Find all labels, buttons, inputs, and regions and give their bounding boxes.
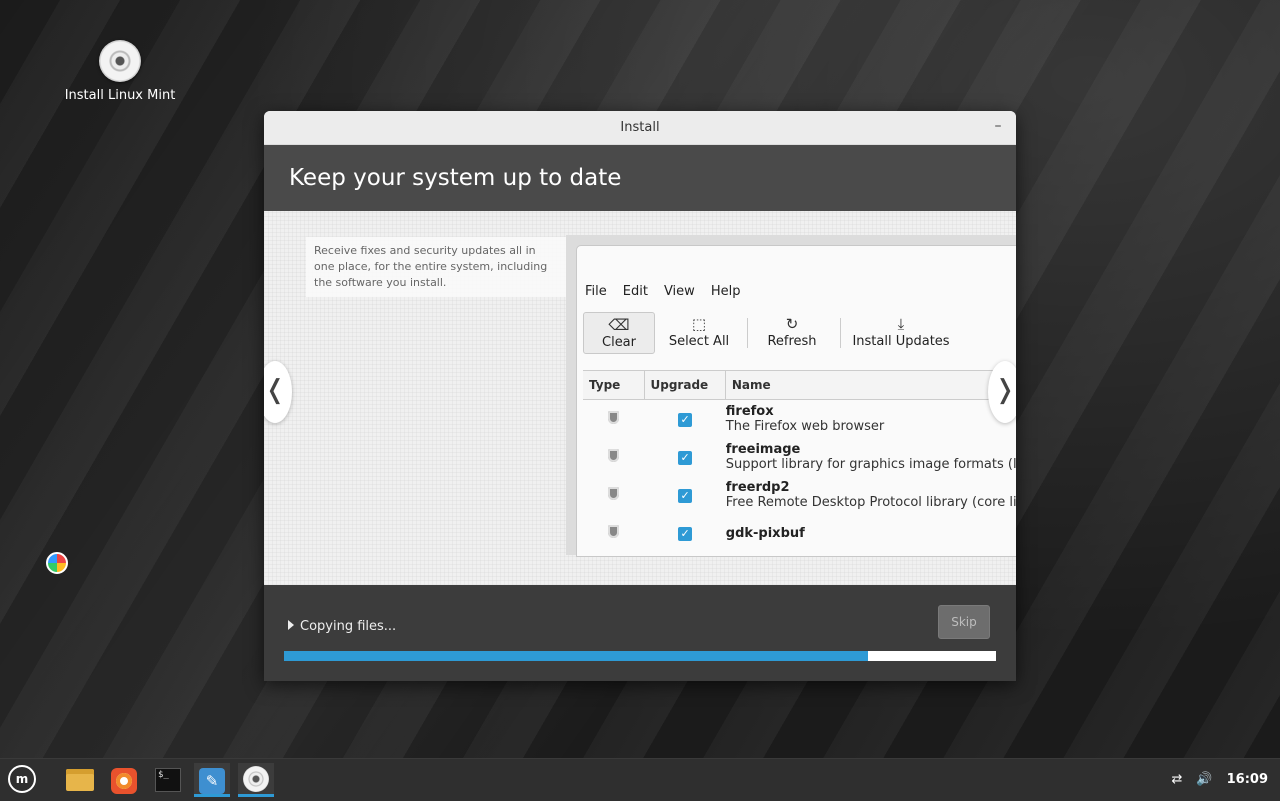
toolbar: ⌫ Clear ⬚ Select All ↻ Refresh ⤓ Install… (583, 312, 961, 354)
table-row[interactable]: ✓ freerdp2 Free Remote Desktop Protocol l… (583, 476, 1016, 514)
menu-edit[interactable]: Edit (615, 284, 656, 299)
skip-button[interactable]: Skip (938, 605, 990, 639)
clear-label: Clear (602, 335, 636, 350)
install-updates-label: Install Updates (852, 334, 950, 349)
shield-icon (608, 448, 620, 462)
terminal-icon: $_ (155, 768, 181, 792)
window-title: Install (620, 120, 660, 135)
toolbar-separator (840, 318, 841, 348)
updates-table: Type Upgrade Name ✓ firefox The Firefox w… (583, 370, 1016, 552)
package-name: freerdp2 (725, 480, 790, 495)
editor-launcher[interactable]: ✎ (194, 763, 230, 797)
slide-description: Receive fixes and security updates all i… (306, 237, 567, 297)
column-type[interactable]: Type (583, 371, 645, 399)
system-tray: ⇄ 🔊 16:09 (1172, 759, 1268, 801)
desktop-icon-label: Install Linux Mint (64, 88, 176, 103)
install-updates-button[interactable]: ⤓ Install Updates (845, 312, 957, 354)
menu-button[interactable]: m (8, 765, 36, 793)
select-all-button[interactable]: ⬚ Select All (659, 312, 739, 354)
slideshow: Receive fixes and security updates all i… (264, 211, 1016, 585)
color-picker-icon[interactable] (46, 552, 68, 574)
next-slide-button[interactable]: ❭ (988, 361, 1016, 423)
install-footer: Copying files... Skip (264, 585, 1016, 681)
network-icon[interactable]: ⇄ (1172, 759, 1183, 801)
previous-slide-button[interactable]: ❬ (264, 361, 292, 423)
progress-bar (284, 651, 996, 661)
table-row[interactable]: ✓ firefox The Firefox web browser (583, 400, 1016, 438)
refresh-button[interactable]: ↻ Refresh (752, 312, 832, 354)
page-title: Keep your system up to date (264, 145, 1016, 211)
clock[interactable]: 16:09 (1227, 759, 1268, 801)
package-description: Free Remote Desktop Protocol library (co… (725, 495, 1016, 510)
package-description: The Firefox web browser (725, 419, 885, 434)
column-name[interactable]: Name (726, 371, 1016, 399)
package-name: firefox (725, 404, 774, 419)
files-launcher[interactable] (62, 763, 98, 797)
status-expander[interactable]: Copying files... (288, 619, 396, 634)
firefox-icon (111, 768, 137, 794)
installer-task[interactable] (238, 763, 274, 797)
update-manager-screenshot: File Edit View Help ⌫ Clear ⬚ Select All (566, 235, 1016, 557)
refresh-label: Refresh (767, 334, 817, 349)
shield-icon (608, 486, 620, 500)
select-all-label: Select All (668, 334, 730, 349)
upgrade-checkbox[interactable]: ✓ (678, 450, 693, 465)
window-titlebar[interactable]: Install – (264, 111, 1016, 145)
menu-help[interactable]: Help (703, 284, 749, 299)
text-editor-icon: ✎ (199, 768, 225, 794)
disc-icon (99, 40, 141, 82)
folder-icon (66, 769, 94, 791)
table-row[interactable]: ✓ freeimage Support library for graphics … (583, 438, 1016, 476)
package-name: freeimage (725, 442, 801, 457)
table-header: Type Upgrade Name (583, 371, 1016, 400)
column-upgrade[interactable]: Upgrade (645, 371, 726, 399)
volume-icon[interactable]: 🔊 (1196, 759, 1212, 801)
status-text: Copying files... (300, 619, 397, 634)
shield-icon (608, 410, 620, 424)
package-description: Support library for graphics image forma… (725, 457, 1016, 472)
menu-file[interactable]: File (577, 284, 615, 299)
upgrade-checkbox[interactable]: ✓ (678, 488, 693, 503)
refresh-icon: ↻ (785, 315, 799, 333)
disc-icon (243, 766, 269, 792)
menu-bar: File Edit View Help (577, 284, 748, 299)
install-window: Install – Keep your system up to date Re… (264, 111, 1016, 681)
upgrade-checkbox[interactable]: ✓ (678, 526, 693, 541)
terminal-launcher[interactable]: $_ (150, 763, 186, 797)
clear-button[interactable]: ⌫ Clear (583, 312, 655, 354)
upgrade-checkbox[interactable]: ✓ (678, 412, 693, 427)
clear-icon: ⌫ (608, 316, 630, 334)
shield-icon (608, 524, 620, 538)
menu-view[interactable]: View (656, 284, 703, 299)
toolbar-separator (747, 318, 748, 348)
progress-fill (284, 651, 868, 661)
expander-triangle-icon (288, 620, 294, 630)
taskbar: m $_ ✎ ⇄ 🔊 16:09 (0, 758, 1280, 801)
firefox-launcher[interactable] (106, 763, 142, 797)
select-all-icon: ⬚ (691, 315, 707, 333)
table-row[interactable]: ✓ gdk-pixbuf (583, 514, 1016, 552)
download-icon: ⤓ (897, 315, 905, 333)
minimize-button[interactable]: – (990, 111, 1006, 144)
package-name: gdk-pixbuf (725, 525, 805, 541)
desktop-icon-install-linux-mint[interactable]: Install Linux Mint (60, 40, 180, 103)
